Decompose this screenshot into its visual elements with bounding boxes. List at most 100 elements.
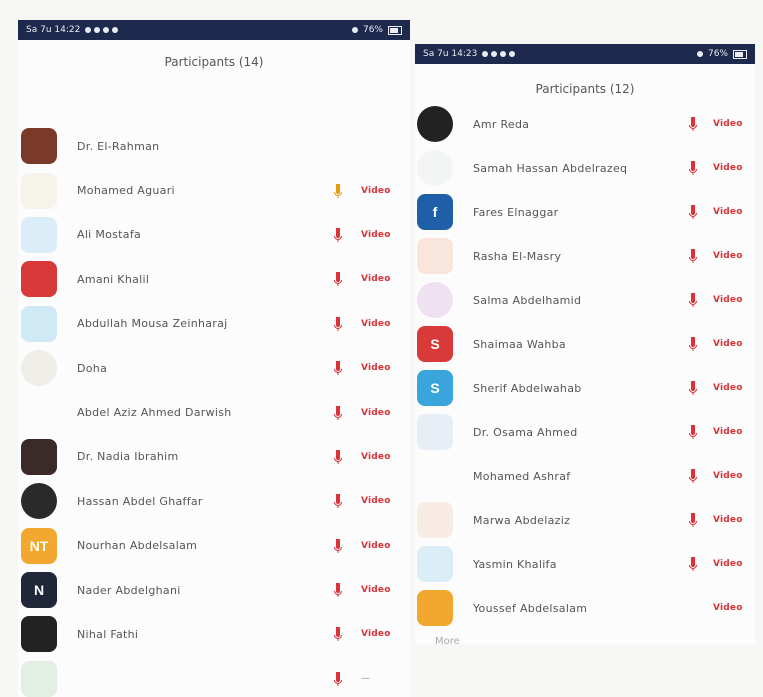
video-status[interactable]: Video bbox=[361, 629, 391, 639]
mic-muted-icon[interactable] bbox=[687, 116, 699, 132]
avatar-initials: S bbox=[430, 336, 440, 352]
participant-row[interactable]: Amani Khalil Video bbox=[18, 257, 410, 301]
participant-row[interactable]: Samah Hassan Abdelrazeq Video bbox=[415, 146, 755, 190]
mic-muted-icon[interactable] bbox=[332, 582, 344, 598]
participant-row[interactable]: Nihal Fathi Video bbox=[18, 612, 410, 656]
mic-muted-icon[interactable] bbox=[687, 204, 699, 220]
video-status[interactable]: Video bbox=[713, 207, 743, 217]
avatar: NT bbox=[21, 527, 57, 564]
participant-name: Dr. El-Rahman bbox=[77, 139, 160, 153]
participant-name: Dr. Nadia Ibrahim bbox=[77, 450, 179, 464]
video-status[interactable]: Video bbox=[713, 119, 743, 129]
video-status[interactable]: Video bbox=[713, 515, 743, 525]
participant-row[interactable]: Rasha El-Masry Video bbox=[415, 234, 755, 278]
mic-muted-icon[interactable] bbox=[687, 556, 699, 572]
video-status[interactable]: Video bbox=[361, 585, 391, 595]
more-link[interactable]: More bbox=[435, 636, 755, 644]
video-status[interactable]: Video bbox=[361, 319, 391, 329]
avatar bbox=[21, 172, 57, 209]
participant-name: Mohamed Aguari bbox=[77, 184, 175, 198]
mic-muted-icon[interactable] bbox=[332, 271, 344, 287]
video-status[interactable]: Video bbox=[713, 339, 743, 349]
participant-row[interactable]: Abdel Aziz Ahmed Darwish Video bbox=[18, 390, 410, 434]
participant-name: Doha bbox=[77, 361, 108, 375]
participant-row[interactable]: — bbox=[18, 657, 410, 697]
video-status[interactable]: Video bbox=[361, 230, 391, 240]
mic-muted-icon[interactable] bbox=[332, 449, 344, 465]
mic-muted-icon[interactable] bbox=[687, 336, 699, 352]
participant-row[interactable]: Hassan Abdel Ghaffar Video bbox=[18, 479, 410, 523]
video-status[interactable]: Video bbox=[361, 541, 391, 551]
participant-name: Shaimaa Wahba bbox=[473, 337, 566, 351]
participant-row[interactable]: S Shaimaa Wahba Video bbox=[415, 322, 755, 366]
video-status[interactable]: Video bbox=[361, 452, 391, 462]
battery-level: 76% bbox=[707, 49, 728, 59]
mic-muted-icon[interactable] bbox=[332, 493, 344, 509]
avatar bbox=[21, 216, 57, 253]
participant-row[interactable]: Mohamed Ashraf Video bbox=[415, 454, 755, 498]
avatar bbox=[21, 305, 57, 342]
avatar-initials: f bbox=[432, 204, 438, 220]
avatar bbox=[417, 238, 453, 274]
participant-name: Youssef Abdelsalam bbox=[473, 601, 588, 615]
video-status[interactable]: Video bbox=[713, 163, 743, 173]
participant-row[interactable]: Abdullah Mousa Zeinharaj Video bbox=[18, 302, 410, 346]
participant-name: Rasha El-Masry bbox=[473, 249, 562, 263]
video-status[interactable]: Video bbox=[713, 295, 743, 305]
participant-row[interactable]: Salma Abdelhamid Video bbox=[415, 278, 755, 322]
participant-name: Marwa Abdelaziz bbox=[473, 513, 571, 527]
mic-muted-icon[interactable] bbox=[332, 671, 344, 687]
participant-row[interactable]: Ali Mostafa Video bbox=[18, 213, 410, 257]
avatar-initials: N bbox=[33, 582, 45, 599]
mic-muted-icon[interactable] bbox=[332, 626, 344, 642]
avatar: N bbox=[21, 572, 57, 609]
video-status[interactable]: Video bbox=[713, 603, 743, 613]
participant-row[interactable]: Youssef Abdelsalam Video bbox=[415, 586, 755, 630]
video-status[interactable]: — bbox=[361, 674, 370, 684]
participant-row[interactable]: Dr. El-Rahman bbox=[18, 124, 410, 168]
avatar bbox=[21, 438, 57, 475]
avatar bbox=[417, 106, 453, 142]
participant-name: Nader Abdelghani bbox=[77, 583, 181, 597]
video-status[interactable]: Video bbox=[361, 496, 391, 506]
participant-row[interactable]: Dr. Osama Ahmed Video bbox=[415, 410, 755, 454]
mic-muted-icon[interactable] bbox=[332, 316, 344, 332]
video-status[interactable]: Video bbox=[361, 408, 391, 418]
participant-row[interactable]: f Fares Elnaggar Video bbox=[415, 190, 755, 234]
video-status[interactable]: Video bbox=[361, 363, 391, 373]
video-status[interactable]: Video bbox=[361, 274, 391, 284]
participant-row[interactable]: Dr. Nadia Ibrahim Video bbox=[18, 435, 410, 479]
video-status[interactable]: Video bbox=[713, 251, 743, 261]
video-status[interactable]: Video bbox=[713, 427, 743, 437]
mic-muted-icon[interactable] bbox=[332, 227, 344, 243]
mic-muted-icon[interactable] bbox=[332, 538, 344, 554]
mic-muted-icon[interactable] bbox=[687, 380, 699, 396]
participant-row[interactable]: Mohamed Aguari Video bbox=[18, 168, 410, 212]
avatar bbox=[417, 590, 453, 626]
notification-icons bbox=[85, 27, 119, 33]
mic-muted-icon[interactable] bbox=[687, 248, 699, 264]
mic-muted-icon[interactable] bbox=[687, 468, 699, 484]
mic-muted-icon[interactable] bbox=[687, 424, 699, 440]
participant-row[interactable]: NT Nourhan Abdelsalam Video bbox=[18, 524, 410, 568]
video-status[interactable]: Video bbox=[713, 559, 743, 569]
page-title: Participants (14) bbox=[164, 55, 264, 69]
wifi-icon bbox=[696, 51, 703, 57]
participant-row[interactable]: S Sherif Abdelwahab Video bbox=[415, 366, 755, 410]
participant-row[interactable]: Marwa Abdelaziz Video bbox=[415, 498, 755, 542]
participant-row[interactable]: N Nader Abdelghani Video bbox=[18, 568, 410, 612]
video-status[interactable]: Video bbox=[713, 383, 743, 393]
participant-name: Amani Khalil bbox=[77, 272, 150, 286]
mic-muted-icon[interactable] bbox=[687, 512, 699, 528]
battery-icon bbox=[388, 25, 402, 35]
mic-muted-icon[interactable] bbox=[687, 292, 699, 308]
video-status[interactable]: Video bbox=[361, 186, 391, 196]
video-status[interactable]: Video bbox=[713, 471, 743, 481]
participant-row[interactable]: Amr Reda Video bbox=[415, 102, 755, 146]
participant-row[interactable]: Yasmin Khalifa Video bbox=[415, 542, 755, 586]
mic-muted-icon[interactable] bbox=[687, 160, 699, 176]
mic-icon[interactable] bbox=[332, 183, 344, 199]
mic-muted-icon[interactable] bbox=[332, 405, 344, 421]
mic-muted-icon[interactable] bbox=[332, 360, 344, 376]
participant-row[interactable]: Doha Video bbox=[18, 346, 410, 390]
